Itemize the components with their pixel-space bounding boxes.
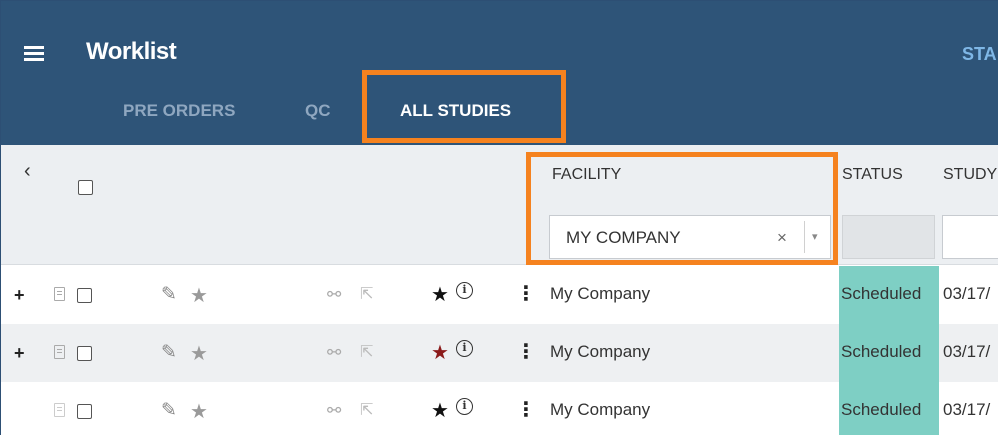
tab-qc[interactable]: QC <box>305 101 331 121</box>
study-date-cell: 03/17/ <box>943 284 991 303</box>
status-badge: Scheduled <box>839 382 939 435</box>
info-icon[interactable]: i <box>456 340 473 357</box>
document-icon[interactable] <box>54 403 65 417</box>
table-row[interactable]: ✎ ★ ⚯ ⇱ ★ i ⋮ My Company Scheduled 03/17/ <box>1 382 998 435</box>
more-options-icon[interactable]: ⋮ <box>516 281 536 306</box>
open-external-icon[interactable]: ⇱ <box>360 400 373 420</box>
edit-pencil-icon[interactable]: ✎ <box>161 399 177 422</box>
row-checkbox[interactable] <box>77 288 92 303</box>
link-icon[interactable]: ⚯ <box>327 285 341 305</box>
status-cell-text: Scheduled <box>841 284 922 303</box>
expand-row-icon[interactable]: + <box>14 343 25 364</box>
study-date-cell: 03/17/ <box>943 400 991 419</box>
link-icon[interactable]: ⚯ <box>327 343 341 363</box>
facility-cell: My Company <box>550 284 651 303</box>
collapse-chevron-icon[interactable]: ‹ <box>24 160 31 183</box>
status-cell-text: Scheduled <box>841 400 922 419</box>
study-filter-input[interactable] <box>942 215 998 259</box>
link-icon[interactable]: ⚯ <box>327 401 341 421</box>
info-icon[interactable]: i <box>456 282 473 299</box>
status-badge: Scheduled <box>839 324 939 382</box>
open-external-icon[interactable]: ⇱ <box>360 342 373 362</box>
status-cell-text: Scheduled <box>841 342 922 361</box>
page-title: Worklist <box>86 38 177 65</box>
facility-cell: My Company <box>550 400 651 419</box>
more-options-icon[interactable]: ⋮ <box>516 339 536 364</box>
status-badge: Scheduled <box>839 266 939 324</box>
hamburger-menu-icon[interactable] <box>24 46 44 62</box>
tab-highlight-box <box>362 70 566 143</box>
tab-pre-orders[interactable]: PRE ORDERS <box>123 101 235 121</box>
status-column-label[interactable]: STATUS <box>842 166 903 184</box>
status-filter-input[interactable] <box>842 215 935 259</box>
study-date-cell: 03/17/ <box>943 342 991 361</box>
star-icon[interactable]: ★ <box>190 283 208 308</box>
star-icon[interactable]: ★ <box>190 341 208 366</box>
favorite-star-icon[interactable]: ★ <box>431 340 449 365</box>
table-row[interactable]: + ✎ ★ ⚯ ⇱ ★ i ⋮ My Company Scheduled 03/17/ <box>1 266 998 324</box>
facility-highlight-box <box>526 152 838 265</box>
row-checkbox[interactable] <box>77 346 92 361</box>
document-icon[interactable] <box>54 345 65 359</box>
row-checkbox[interactable] <box>77 404 92 419</box>
open-external-icon[interactable]: ⇱ <box>360 284 373 304</box>
facility-cell: My Company <box>550 342 651 361</box>
edit-pencil-icon[interactable]: ✎ <box>161 283 177 306</box>
expand-row-icon[interactable]: + <box>14 285 25 306</box>
info-icon[interactable]: i <box>456 398 473 415</box>
select-all-checkbox[interactable] <box>78 180 93 195</box>
table-row[interactable]: + ✎ ★ ⚯ ⇱ ★ i ⋮ My Company Scheduled 03/17/ <box>1 324 998 382</box>
favorite-star-icon[interactable]: ★ <box>431 282 449 307</box>
header-right-link[interactable]: STA <box>962 44 997 65</box>
favorite-star-icon[interactable]: ★ <box>431 398 449 423</box>
star-icon[interactable]: ★ <box>190 399 208 424</box>
study-column-label[interactable]: STUDY <box>943 166 997 184</box>
more-options-icon[interactable]: ⋮ <box>516 397 536 422</box>
document-icon[interactable] <box>54 287 65 301</box>
edit-pencil-icon[interactable]: ✎ <box>161 341 177 364</box>
